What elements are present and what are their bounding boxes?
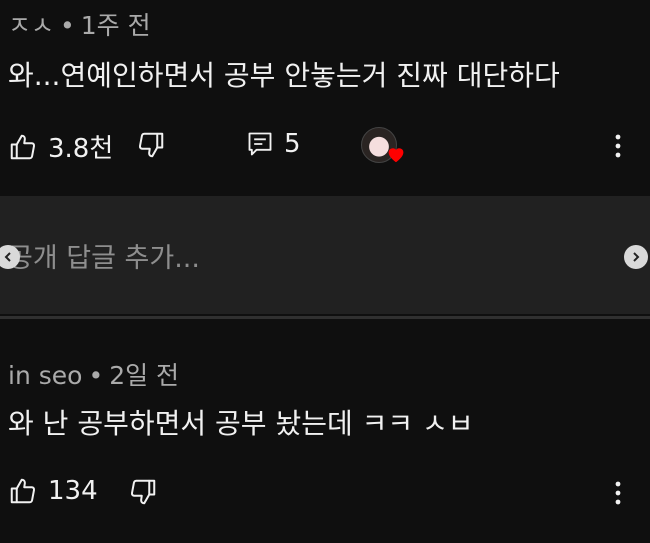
comment-actions: 3.8천 5 <box>0 123 650 167</box>
comment-author[interactable]: ㅈㅅ <box>8 11 54 40</box>
chevron-left-icon <box>4 252 11 262</box>
thumbs-down-icon <box>136 130 166 160</box>
more-vert-icon[interactable] <box>606 131 630 161</box>
comment-text: 와...연예인하면서 공부 안놓는거 진짜 대단하다 <box>8 59 560 92</box>
divider <box>0 316 650 319</box>
like-count: 3.8천 <box>48 134 114 164</box>
comment-author[interactable]: in seo <box>8 361 82 390</box>
comment-1: ㅈㅅ • 1주 전 와...연예인하면서 공부 안놓는거 진짜 대단하다 3.8천 <box>0 0 650 196</box>
replies-button[interactable]: 5 <box>246 129 301 159</box>
comment-meta: in seo • 2일 전 <box>8 356 179 392</box>
comment-actions: 134 <box>0 470 650 514</box>
more-vert-icon[interactable] <box>606 478 630 508</box>
next-button[interactable] <box>624 245 648 269</box>
heart-icon <box>386 145 406 167</box>
comment-icon <box>246 129 274 159</box>
comment-time[interactable]: 1주 전 <box>81 11 151 40</box>
like-count: 134 <box>48 476 98 506</box>
reply-input[interactable]: 공개 답글 추가... <box>0 196 650 314</box>
thumbs-down-icon <box>128 477 158 507</box>
comment-time[interactable]: 2일 전 <box>109 361 179 390</box>
chevron-right-icon <box>633 252 640 262</box>
comment-meta: ㅈㅅ • 1주 전 <box>8 6 151 42</box>
like-button[interactable]: 134 <box>8 476 98 506</box>
comment-2: in seo • 2일 전 와 난 공부하면서 공부 놨는데 ㅋㅋ ㅅㅂ 134 <box>0 320 650 543</box>
meta-separator: • <box>88 361 104 390</box>
like-button[interactable]: 3.8천 <box>8 128 113 165</box>
reply-placeholder: 공개 답글 추가... <box>8 243 200 274</box>
meta-separator: • <box>60 11 75 40</box>
comment-text: 와 난 공부하면서 공부 놨는데 ㅋㅋ ㅅㅂ <box>8 407 474 440</box>
dislike-button[interactable] <box>128 477 158 507</box>
reply-count: 5 <box>284 129 301 159</box>
dislike-button[interactable] <box>136 130 166 160</box>
thumbs-up-icon <box>8 476 38 506</box>
thumbs-up-icon <box>8 132 38 162</box>
